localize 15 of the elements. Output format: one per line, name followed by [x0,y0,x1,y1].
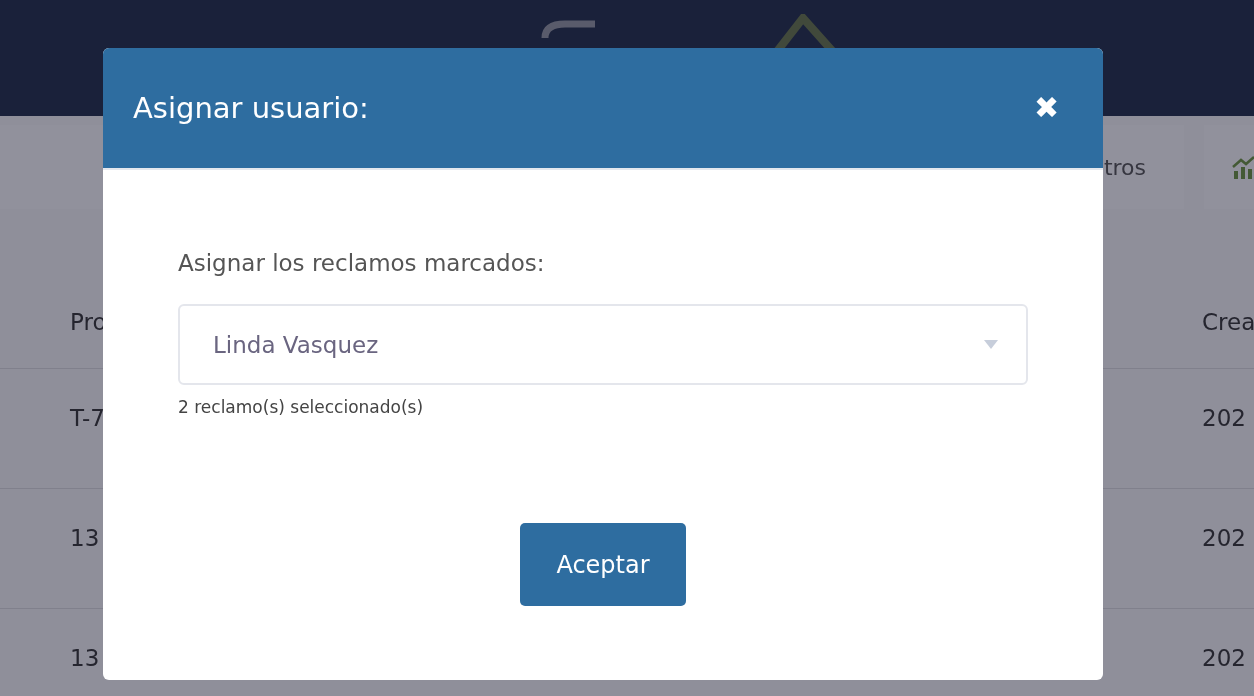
table-cell-text: 202 [1202,645,1247,671]
table-cell-text: 202 [1202,405,1247,431]
close-button[interactable]: ✖ [1034,93,1059,123]
caret-icon [984,340,998,349]
field-label: Asignar los reclamos marcados: [178,250,546,276]
accept-button[interactable]: Aceptar [520,523,686,606]
table-cell-text: 202 [1202,525,1247,551]
column-header: Crea [1202,309,1254,335]
table-cell: 13 [70,525,100,551]
table-cell: 13 [70,645,100,671]
selection-count: 2 reclamo(s) seleccionado(s) [178,397,425,417]
user-select[interactable]: Linda Vasquez [178,304,1028,385]
modal-title: Asignar usuario: [133,91,369,125]
table-cell: T-7 [70,405,105,431]
chart-icon [1232,155,1254,179]
